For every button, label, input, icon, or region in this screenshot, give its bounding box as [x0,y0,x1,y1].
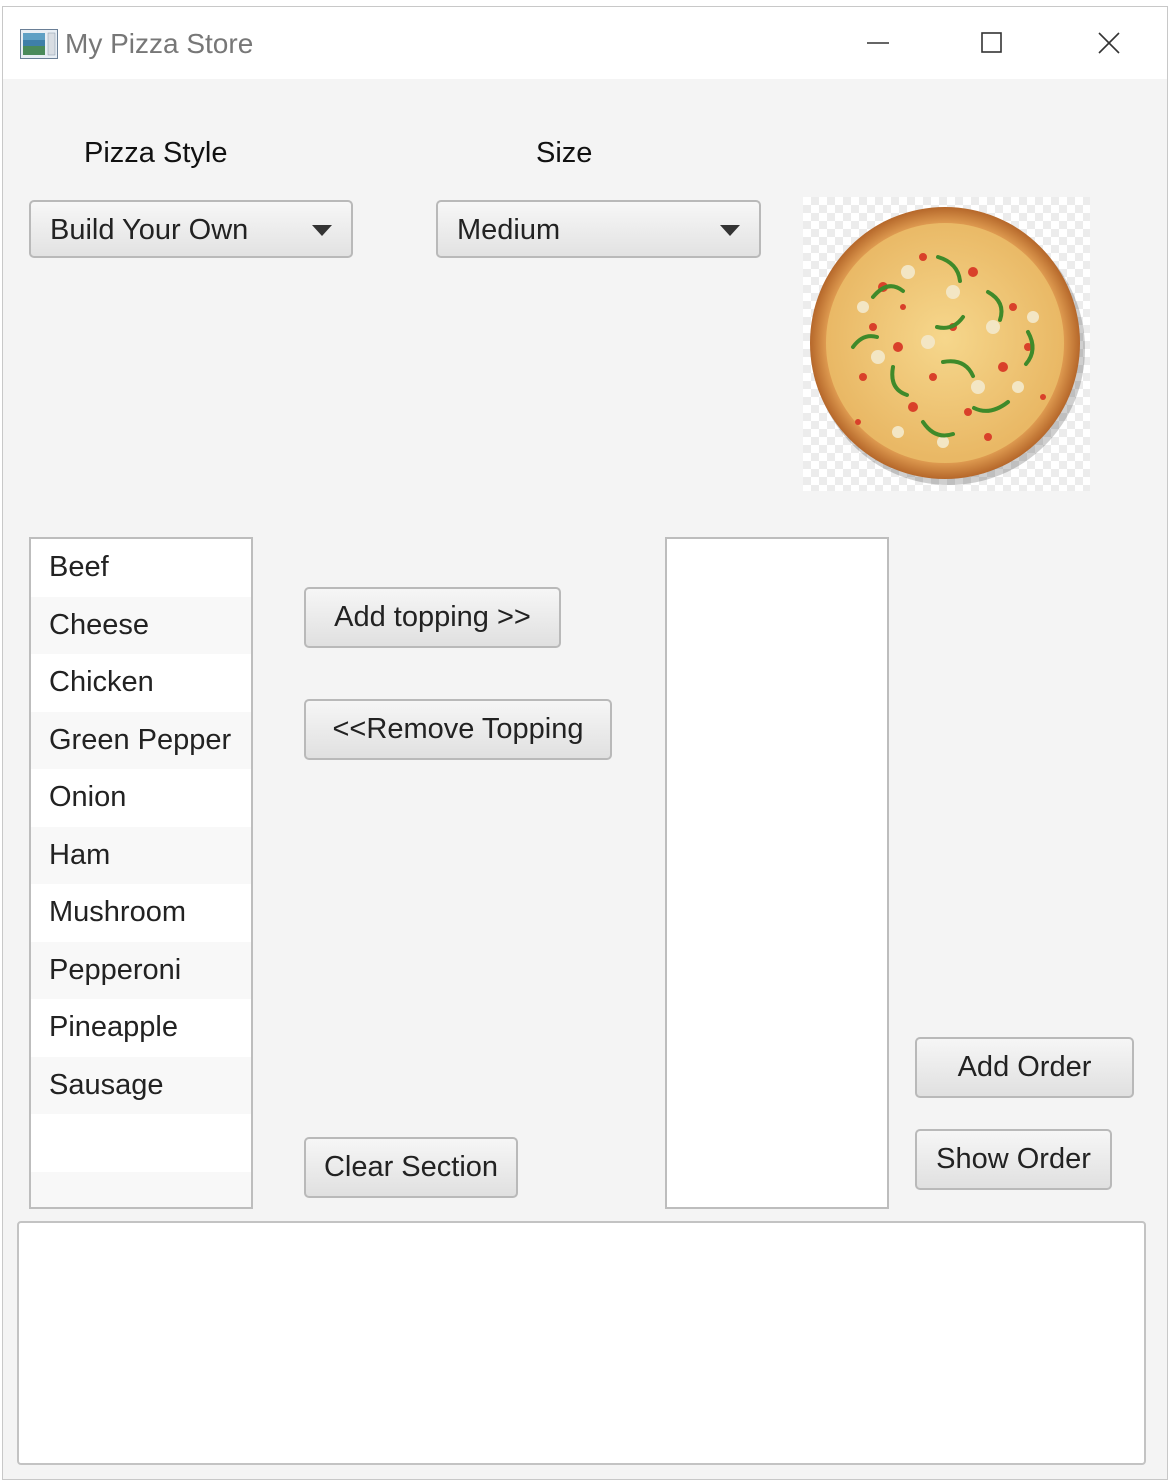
add-topping-button[interactable]: Add topping >> [304,587,561,648]
chevron-down-icon [312,225,332,236]
close-button[interactable] [1078,21,1138,65]
pizza-style-label: Pizza Style [84,137,228,169]
add-order-button[interactable]: Add Order [915,1037,1134,1098]
list-item[interactable]: Ham [31,826,251,884]
remove-topping-button[interactable]: <<Remove Topping [304,699,612,760]
available-toppings-list[interactable]: Beef Cheese Chicken Green Pepper Onion H… [29,537,253,1209]
maximize-button[interactable] [961,21,1021,65]
pizza-style-combo[interactable]: Build Your Own [29,200,353,258]
size-label: Size [536,137,593,169]
list-item[interactable]: Beef [31,539,251,597]
chevron-down-icon [720,225,740,236]
empty-list-row [31,1114,251,1172]
list-item[interactable]: Pineapple [31,999,251,1057]
order-output-textarea[interactable] [17,1221,1146,1465]
list-item[interactable]: Green Pepper [31,711,251,769]
size-combo-value: Medium [457,214,561,246]
list-item[interactable]: Pepperoni [31,941,251,999]
clear-section-button[interactable]: Clear Section [304,1137,518,1198]
app-window: My Pizza Store Pizza Style Size Build Yo… [2,6,1168,1480]
window-title: My Pizza Store [65,28,254,59]
list-item[interactable]: Chicken [31,654,251,712]
pizza-image [803,197,1090,491]
pizza-style-combo-value: Build Your Own [50,214,249,246]
title-bar[interactable]: My Pizza Store [3,7,1167,79]
close-icon [1098,32,1120,54]
maximize-icon [981,32,1002,53]
minimize-button[interactable] [847,21,907,65]
size-combo[interactable]: Medium [436,200,761,258]
list-item[interactable]: Sausage [31,1056,251,1114]
list-item[interactable]: Mushroom [31,884,251,942]
selected-toppings-list[interactable] [665,537,889,1209]
app-window-icon [20,29,58,59]
list-item[interactable]: Cheese [31,596,251,654]
minimize-icon [867,42,889,44]
empty-list-row [31,1171,251,1207]
list-item[interactable]: Onion [31,769,251,827]
show-order-button[interactable]: Show Order [915,1129,1112,1190]
